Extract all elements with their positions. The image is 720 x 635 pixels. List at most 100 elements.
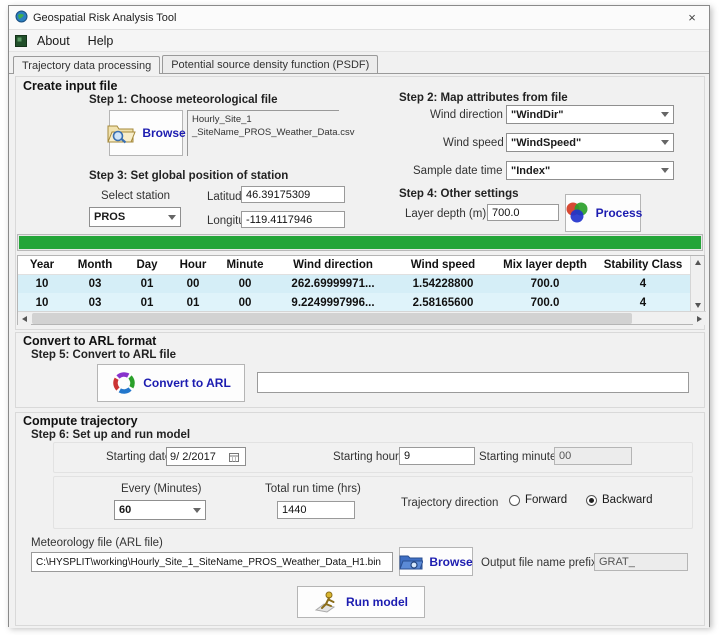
chevron-down-icon xyxy=(661,168,669,173)
convert-cycle-icon xyxy=(111,370,137,396)
met-file-line1: Hourly_Site_1 xyxy=(192,114,335,127)
run-model-label: Run model xyxy=(346,595,408,609)
col-header: Hour xyxy=(170,256,216,274)
cell: 700.0 xyxy=(494,274,596,293)
cell: 4 xyxy=(596,293,690,312)
calendar-icon xyxy=(229,452,239,462)
forward-radio[interactable]: Forward xyxy=(509,494,567,506)
chevron-down-icon xyxy=(661,140,669,145)
menu-help[interactable]: Help xyxy=(80,32,122,50)
tab-trajectory-data-processing[interactable]: Trajectory data processing xyxy=(13,56,160,74)
layer-depth-field[interactable] xyxy=(487,204,559,221)
wind-direction-select[interactable]: "WindDir" xyxy=(506,105,674,124)
browse-met-file-button[interactable]: Browse xyxy=(109,110,183,156)
scrollbar-thumb[interactable] xyxy=(32,313,632,324)
met-file-line2: _SiteName_PROS_Weather_Data.csv xyxy=(192,127,335,140)
met-arl-file-field[interactable] xyxy=(31,552,393,572)
menu-about[interactable]: About xyxy=(29,32,78,50)
run-model-button[interactable]: Run model xyxy=(297,586,425,618)
process-button[interactable]: Process xyxy=(565,194,641,232)
scroll-right-icon[interactable] xyxy=(693,312,706,325)
backward-radio-label: Backward xyxy=(602,494,653,506)
cell: 00 xyxy=(170,274,216,293)
window-title: Geospatial Risk Analysis Tool xyxy=(33,12,176,24)
tab-content: Create input file Step 1: Choose meteoro… xyxy=(9,73,709,628)
longitude-field[interactable] xyxy=(241,211,345,228)
step4-title: Step 4: Other settings xyxy=(399,188,519,200)
wind-speed-select[interactable]: "WindSpeed" xyxy=(506,133,674,152)
starting-date-picker[interactable]: 9/ 2/2017 xyxy=(166,447,246,466)
every-minutes-value: 60 xyxy=(119,504,131,516)
table-row[interactable]: 10 03 01 01 00 9.2249997996... 2.5816560… xyxy=(18,293,690,312)
latitude-field[interactable] xyxy=(241,186,345,203)
sample-date-time-select[interactable]: "Index" xyxy=(506,161,674,180)
step5-title: Step 5: Convert to ARL file xyxy=(31,349,176,361)
cell: 10 xyxy=(18,293,66,312)
chevron-down-icon xyxy=(168,215,176,220)
starting-date-value: 9/ 2/2017 xyxy=(170,451,216,463)
layer-depth-label: Layer depth (m) xyxy=(405,208,486,220)
table-horizontal-scrollbar[interactable] xyxy=(18,311,706,324)
every-minutes-select[interactable]: 60 xyxy=(114,500,206,520)
radio-unselected-icon xyxy=(509,495,520,506)
output-prefix-label: Output file name prefix xyxy=(481,557,597,569)
starting-minute-field xyxy=(554,447,632,465)
table-vertical-scrollbar[interactable] xyxy=(690,256,704,312)
process-icon xyxy=(564,201,590,225)
cell: 03 xyxy=(66,293,124,312)
wind-direction-value: "WindDir" xyxy=(511,109,564,121)
starting-date-label: Starting date: xyxy=(106,451,174,463)
convert-to-arl-label: Convert to ARL xyxy=(143,376,231,390)
col-header: Stability Class xyxy=(596,256,690,274)
wind-speed-value: "WindSpeed" xyxy=(511,137,581,149)
cell: 00 xyxy=(216,274,274,293)
progress-bar xyxy=(17,234,703,251)
convert-progress-field xyxy=(257,372,689,393)
convert-title: Convert to ARL format xyxy=(23,334,156,348)
total-run-time-label: Total run time (hrs) xyxy=(265,483,361,495)
cell: 2.58165600 xyxy=(392,293,494,312)
total-run-time-field[interactable] xyxy=(277,501,355,519)
cell: 1.54228800 xyxy=(392,274,494,293)
about-menu-icon xyxy=(15,35,27,47)
radio-selected-icon xyxy=(586,495,597,506)
compute-title: Compute trajectory xyxy=(23,414,138,428)
sample-date-time-value: "Index" xyxy=(511,165,550,177)
browse-arl-file-label: Browse xyxy=(429,555,472,569)
title-bar: Geospatial Risk Analysis Tool × xyxy=(9,6,709,30)
backward-radio[interactable]: Backward xyxy=(586,494,653,506)
starting-hour-label: Starting hour: xyxy=(333,451,402,463)
folder-blue-icon xyxy=(399,553,423,571)
step3-title: Step 3: Set global position of station xyxy=(89,170,288,182)
select-station-label: Select station xyxy=(101,190,170,202)
chevron-down-icon xyxy=(661,112,669,117)
met-file-display: Hourly_Site_1 _SiteName_PROS_Weather_Dat… xyxy=(187,110,339,156)
process-label: Process xyxy=(596,206,643,220)
convert-to-arl-button[interactable]: Convert to ARL xyxy=(97,364,245,402)
cell: 00 xyxy=(216,293,274,312)
col-header: Minute xyxy=(216,256,274,274)
close-icon[interactable]: × xyxy=(681,10,703,25)
scroll-up-icon[interactable] xyxy=(691,256,704,269)
app-icon xyxy=(15,10,28,26)
browse-met-file-label: Browse xyxy=(142,126,185,140)
tab-psdf[interactable]: Potential source density function (PSDF) xyxy=(162,55,378,73)
scroll-left-icon[interactable] xyxy=(18,312,31,325)
met-arl-file-label: Meteorology file (ARL file) xyxy=(31,537,163,549)
output-prefix-field[interactable] xyxy=(594,553,688,571)
station-select[interactable]: PROS xyxy=(89,207,181,227)
col-header: Mix layer depth xyxy=(494,256,596,274)
col-header: Wind direction xyxy=(274,256,392,274)
trajectory-direction-label: Trajectory direction xyxy=(401,497,498,509)
cell: 01 xyxy=(124,274,170,293)
starting-hour-field[interactable] xyxy=(399,447,475,465)
table-row[interactable]: 10 03 01 00 00 262.69999971... 1.5422880… xyxy=(18,274,690,293)
chevron-down-icon xyxy=(193,508,201,513)
cell: 700.0 xyxy=(494,293,596,312)
cell: 4 xyxy=(596,274,690,293)
browse-arl-file-button[interactable]: Browse xyxy=(399,547,473,576)
cell: 262.69999971... xyxy=(274,274,392,293)
cell: 10 xyxy=(18,274,66,293)
col-header: Year xyxy=(18,256,66,274)
col-header: Wind speed xyxy=(392,256,494,274)
